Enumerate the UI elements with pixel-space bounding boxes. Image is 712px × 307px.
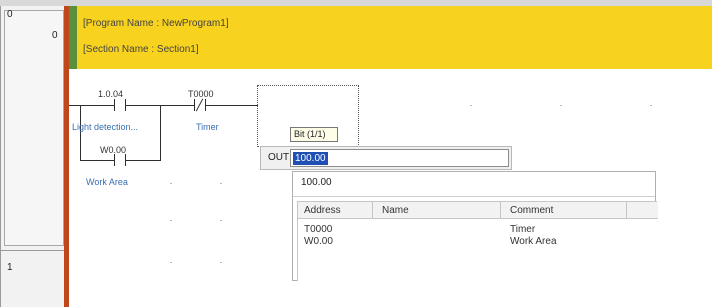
- grid-dot: [650, 105, 652, 106]
- list-item[interactable]: T0000 Timer: [298, 224, 658, 235]
- row-address: W0.00: [304, 236, 333, 247]
- rung-wire: [206, 105, 258, 106]
- contact-comment: Light detection...: [72, 122, 139, 132]
- branch-wire-left: [80, 105, 81, 161]
- contact-bar-left: [194, 99, 195, 111]
- contact-bar-right: [125, 154, 126, 166]
- contact-comment: Timer: [196, 122, 219, 132]
- rung-0-step: 0: [52, 30, 58, 41]
- column-header-address[interactable]: Address: [304, 205, 341, 216]
- grid-dot: [470, 105, 472, 106]
- instruction-label: OUT: [268, 152, 290, 163]
- section-name-label: [Section Name : Section1]: [83, 44, 199, 55]
- column-separator[interactable]: [626, 202, 627, 219]
- banner-accent-bar: [69, 6, 77, 69]
- operand-suggestion-popup: 100.00 Address Name Comment T0000 Timer …: [292, 171, 658, 281]
- contact-comment: Work Area: [86, 177, 128, 187]
- symbol-list[interactable]: Address Name Comment T0000 Timer W0.00 W…: [297, 201, 658, 281]
- row-comment: Timer: [510, 224, 536, 235]
- list-item[interactable]: W0.00 Work Area: [298, 236, 658, 247]
- contact-bar-left: [114, 154, 115, 166]
- grid-dot: [560, 105, 562, 106]
- column-header-name[interactable]: Name: [382, 205, 409, 216]
- branch-wire-right: [160, 105, 161, 161]
- contact-operand: W0.00: [100, 145, 127, 155]
- contact-bar-right: [125, 99, 126, 111]
- rung-wire: [69, 105, 114, 106]
- suggestion-divider: [293, 196, 655, 197]
- column-header-comment[interactable]: Comment: [510, 205, 553, 216]
- rung-comment-banner[interactable]: [Program Name : NewProgram1] [Section Na…: [69, 6, 712, 69]
- contact-bar-left: [114, 99, 115, 111]
- grid-dot: [170, 183, 172, 184]
- grid-dot: [220, 183, 222, 184]
- row-address: T0000: [304, 224, 333, 235]
- column-separator[interactable]: [500, 202, 501, 219]
- grid-dot: [170, 220, 172, 221]
- column-separator[interactable]: [372, 202, 373, 219]
- operand-input-selection: 100.00: [293, 152, 328, 165]
- suggestion-current-value: 100.00: [301, 177, 332, 188]
- instruction-entry: OUT 100.00: [260, 146, 512, 170]
- program-name-label: [Program Name : NewProgram1]: [83, 18, 229, 29]
- contact-operand: 1.0.04: [98, 89, 124, 99]
- bit-tooltip: Bit (1/1): [290, 127, 338, 142]
- grid-dot: [170, 262, 172, 263]
- row-comment: Work Area: [510, 236, 557, 247]
- rung-divider: [0, 250, 64, 251]
- operand-input[interactable]: 100.00: [290, 149, 509, 167]
- rung-1-number[interactable]: 1: [7, 262, 13, 273]
- contact-bar-right: [205, 99, 206, 111]
- symbol-list-header: Address Name Comment: [298, 202, 658, 219]
- grid-dot: [220, 262, 222, 263]
- normally-closed-slash: [195, 98, 204, 112]
- rung-gutter: 0 0 1: [0, 6, 64, 307]
- rung-0-header[interactable]: [4, 10, 64, 246]
- bit-tooltip-text: Bit (1/1): [294, 129, 326, 139]
- grid-dot: [220, 220, 222, 221]
- gutter-edge: [0, 6, 1, 307]
- branch-wire: [80, 160, 114, 161]
- ladder-editor: 0 0 1 [Program Name : NewProgram1] [Sect…: [0, 0, 712, 307]
- branch-wire: [126, 160, 160, 161]
- rung-0-number: 0: [7, 9, 13, 20]
- contact-operand: T0000: [188, 89, 214, 99]
